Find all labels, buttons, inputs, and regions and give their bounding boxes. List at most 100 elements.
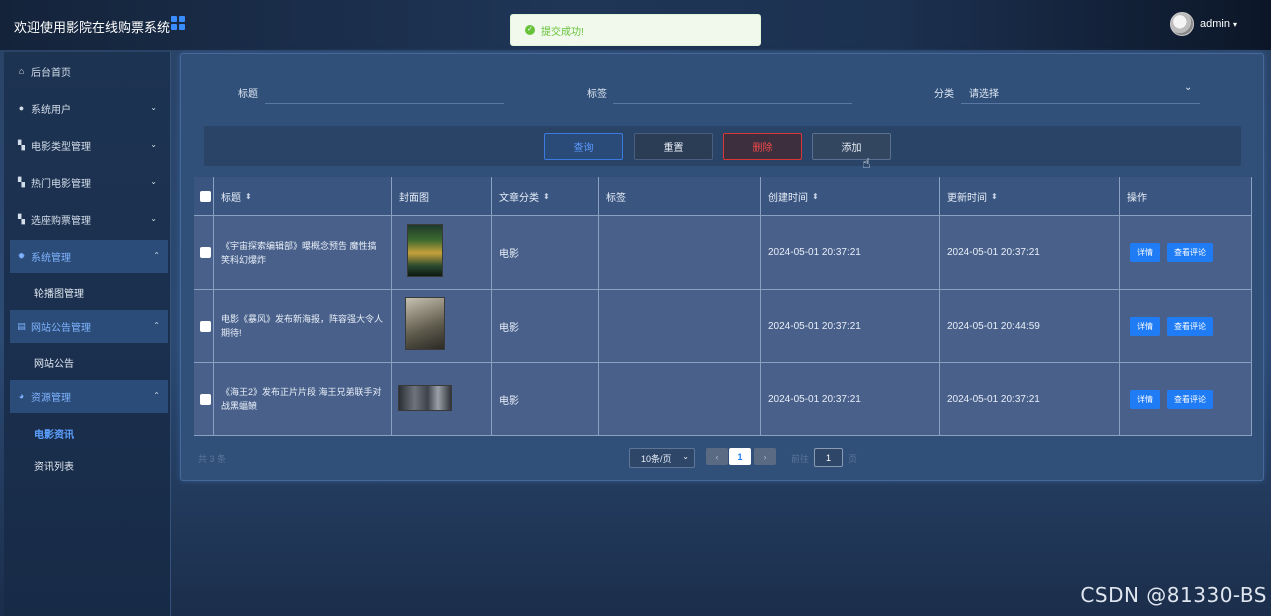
avatar[interactable] [1170, 12, 1195, 36]
pager-total: 共 3 条 [198, 454, 227, 464]
prev-page-button[interactable]: ‹ [706, 448, 728, 465]
checkbox[interactable] [200, 393, 211, 405]
chevron-down-icon[interactable]: ▾ [1233, 20, 1237, 29]
col-created-label: 创建时间 [768, 192, 808, 204]
gear-icon: ✹ [17, 251, 26, 261]
view-comments-button[interactable]: 查看评论 [1167, 390, 1213, 409]
grid-icon: ▚ [18, 140, 25, 150]
user-menu[interactable]: admin ▾ [1170, 12, 1237, 36]
cover-image [405, 297, 445, 350]
home-icon: ⌂ [18, 66, 25, 76]
row-tag [599, 363, 761, 436]
col-updated-label: 更新时间 [947, 192, 987, 204]
toast-message: 提交成功! [541, 26, 584, 38]
sidebar-item-ticketing[interactable]: ▚ 选座购票管理 ⌄ [4, 203, 171, 236]
tag-filter-input[interactable] [613, 103, 852, 104]
pie-icon: ◕ [18, 391, 25, 401]
col-title-label: 标题 [221, 192, 241, 204]
sort-icon[interactable]: ⬍ [543, 192, 550, 201]
watermark: CSDN @81330-BS [1080, 583, 1267, 607]
sidebar-item-label: 资源管理 [31, 393, 71, 404]
detail-button[interactable]: 详情 [1130, 243, 1160, 262]
checkbox[interactable] [200, 190, 211, 202]
row-cover [392, 290, 492, 363]
view-comments-button[interactable]: 查看评论 [1167, 317, 1213, 336]
goto-page-input[interactable]: 1 [814, 448, 843, 467]
notice-icon: ▤ [17, 321, 26, 331]
sidebar-subitem-news-list[interactable]: 资讯列表 [34, 458, 74, 473]
sort-icon[interactable]: ⬍ [812, 192, 819, 201]
grid-icon: ▚ [18, 214, 25, 224]
col-created-header[interactable]: 创建时间 ⬍ [761, 177, 940, 216]
checkbox[interactable] [200, 320, 211, 332]
category-select-underline [961, 103, 1200, 104]
col-cover-label: 封面图 [399, 192, 429, 204]
goto-suffix: 页 [848, 454, 858, 464]
menu-toggle-icon[interactable] [171, 16, 185, 30]
cover-image [398, 385, 452, 411]
chevron-up-icon: ⌃ [153, 251, 160, 260]
sort-icon[interactable]: ⬍ [991, 192, 998, 201]
row-title: 《海王2》发布正片片段 海王兄弟联手对战黑蝠鲼 [214, 363, 392, 436]
delete-button[interactable]: 删除 [723, 133, 802, 160]
chevron-up-icon: ⌃ [153, 391, 160, 400]
sidebar-item-system[interactable]: ✹ 系统管理 ⌃ [10, 240, 168, 273]
category-filter-label: 分类 [934, 89, 954, 100]
chevron-down-icon: ⌄ [150, 140, 157, 149]
check-circle-icon: ✓ [525, 25, 535, 35]
pointer-cursor-icon: ☝ [862, 155, 871, 171]
sidebar-item-label: 系统管理 [31, 253, 71, 264]
col-title-header[interactable]: 标题 ⬍ [214, 177, 392, 216]
sidebar-subitem-notice[interactable]: 网站公告 [34, 355, 74, 370]
row-updated: 2024-05-01 20:37:21 [940, 216, 1120, 290]
row-category: 电影 [492, 290, 599, 363]
next-page-button[interactable]: › [754, 448, 776, 465]
sidebar-subitem-carousel[interactable]: 轮播图管理 [34, 285, 84, 300]
sidebar-item-notice[interactable]: ▤ 网站公告管理 ⌃ [10, 310, 168, 343]
sidebar-item-resources[interactable]: ◕ 资源管理 ⌃ [10, 380, 168, 413]
row-checkbox[interactable] [194, 363, 214, 436]
sidebar-item-label: 电影类型管理 [31, 142, 91, 153]
chevron-down-icon[interactable]: ⌄ [1184, 82, 1192, 93]
row-title: 《宇宙探索编辑部》曝概念预告 魔性搞笑科幻爆炸 [214, 216, 392, 290]
action-toolbar: 查询 重置 删除 添加 [204, 126, 1241, 166]
sidebar-item-users[interactable]: ● 系统用户 ⌄ [4, 92, 171, 125]
col-category-header[interactable]: 文章分类 ⬍ [492, 177, 599, 216]
chevron-down-icon: ⌄ [150, 214, 157, 223]
sidebar-item-movie-types[interactable]: ▚ 电影类型管理 ⌄ [4, 129, 171, 162]
user-icon: ● [18, 103, 25, 113]
title-filter-label: 标题 [238, 89, 258, 100]
select-all-checkbox[interactable] [194, 177, 214, 216]
title-filter-input[interactable] [265, 103, 504, 104]
goto-label: 前往 [791, 454, 810, 464]
sort-icon[interactable]: ⬍ [245, 192, 252, 201]
col-cover-header: 封面图 [392, 177, 492, 216]
username[interactable]: admin [1200, 18, 1230, 30]
row-actions: 详情 查看评论 [1120, 216, 1252, 290]
page-number-current[interactable]: 1 [729, 448, 751, 465]
query-button[interactable]: 查询 [544, 133, 623, 160]
row-created: 2024-05-01 20:37:21 [761, 216, 940, 290]
view-comments-button[interactable]: 查看评论 [1167, 243, 1213, 262]
add-button[interactable]: 添加 [812, 133, 891, 160]
sidebar-item-hot-movies[interactable]: ▚ 热门电影管理 ⌄ [4, 166, 171, 199]
page-size-select[interactable]: 10条/页 ⌄ [629, 448, 695, 468]
col-updated-header[interactable]: 更新时间 ⬍ [940, 177, 1120, 216]
chevron-down-icon: ⌄ [682, 452, 689, 461]
checkbox[interactable] [200, 247, 211, 258]
app-title: 欢迎使用影院在线购票系统 [14, 20, 171, 35]
tag-filter-label: 标签 [587, 89, 607, 100]
category-select[interactable]: 请选择 [969, 85, 999, 100]
content-panel: 标题 标签 分类 请选择 ⌄ 查询 重置 删除 添加 ☝ 标题 ⬍ 封面图 文章分… [180, 53, 1264, 481]
sidebar-subitem-news[interactable]: 电影资讯 [34, 426, 74, 441]
row-checkbox[interactable] [194, 290, 214, 363]
row-tag [599, 216, 761, 290]
page-size-value: 10条/页 [641, 453, 672, 464]
detail-button[interactable]: 详情 [1130, 317, 1160, 336]
chevron-right-icon: › [763, 451, 767, 462]
cover-image [407, 224, 443, 277]
detail-button[interactable]: 详情 [1130, 390, 1160, 409]
sidebar-item-home[interactable]: ⌂ 后台首页 [4, 55, 171, 88]
reset-button[interactable]: 重置 [634, 133, 713, 160]
row-checkbox[interactable] [194, 216, 214, 290]
